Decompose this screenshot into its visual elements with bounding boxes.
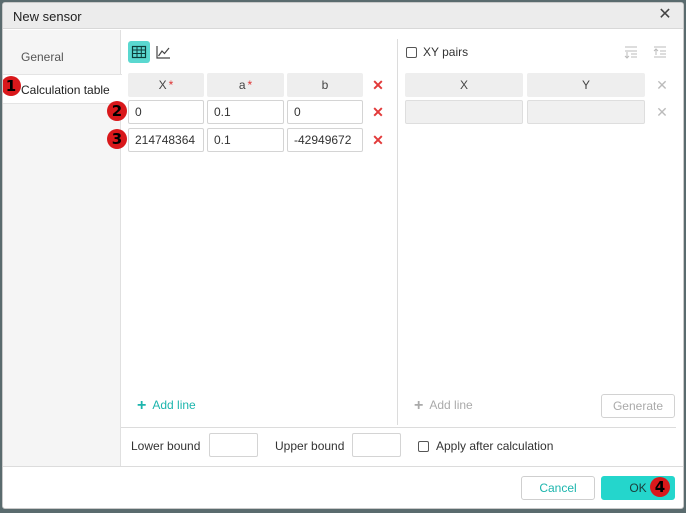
sidebar-item-general[interactable]: General	[3, 42, 121, 72]
upper-bound-label: Upper bound	[275, 439, 345, 453]
header-a: a *	[207, 73, 284, 97]
chart-view-button[interactable]	[152, 41, 174, 63]
insert-row-below-icon[interactable]	[623, 44, 639, 63]
footer-separator	[3, 466, 683, 467]
xy-add-line-button[interactable]: + Add line	[414, 397, 473, 415]
plus-icon: +	[137, 397, 147, 414]
add-line-button[interactable]: + Add line	[137, 397, 196, 415]
annotation-badge-4: 4	[650, 477, 670, 497]
apply-after-calculation-label: Apply after calculation	[436, 439, 554, 453]
cell-x[interactable]: 0	[128, 100, 204, 124]
bounds-separator	[121, 427, 676, 428]
xy-cell-x[interactable]	[405, 100, 523, 124]
xy-header-y: Y	[527, 73, 645, 97]
delete-row-icon[interactable]: ✕	[371, 105, 385, 119]
annotation-badge-2: 2	[107, 101, 127, 121]
xy-delete-all-icon[interactable]: ✕	[655, 78, 669, 92]
upper-bound-input[interactable]	[352, 433, 401, 457]
add-line-label: Add line	[429, 398, 473, 412]
annotation-badge-1: 1	[3, 76, 21, 96]
cancel-button[interactable]: Cancel	[521, 476, 595, 500]
xy-pairs-label: XY pairs	[423, 45, 469, 59]
cell-a[interactable]: 0.1	[207, 100, 284, 124]
table-view-button[interactable]	[128, 41, 150, 63]
annotation-badge-3: 3	[107, 129, 127, 149]
line-chart-icon	[156, 46, 170, 59]
xy-pairs-checkbox[interactable]	[406, 47, 417, 58]
insert-row-above-icon[interactable]	[652, 44, 668, 63]
header-x: X *	[128, 73, 204, 97]
header-x-label: X	[158, 78, 167, 92]
header-b-label: b	[321, 78, 329, 92]
title-bar: New sensor ✕	[3, 3, 683, 29]
apply-after-calculation-checkbox[interactable]	[418, 441, 429, 452]
required-marker: *	[168, 78, 174, 92]
lower-bound-label: Lower bound	[131, 439, 201, 453]
lower-bound-input[interactable]	[209, 433, 258, 457]
sidebar-item-label: Calculation table	[21, 83, 110, 97]
delete-row-icon[interactable]: ✕	[371, 133, 385, 147]
cell-b[interactable]: 0	[287, 100, 363, 124]
add-line-label: Add line	[152, 398, 196, 412]
sidebar: General Calculation table	[3, 30, 122, 466]
new-sensor-dialog: New sensor ✕ General Calculation table X…	[2, 2, 684, 509]
cell-x[interactable]: 214748364	[128, 128, 204, 152]
xy-delete-row-icon[interactable]: ✕	[655, 105, 669, 119]
sidebar-item-calculation-table[interactable]: Calculation table	[3, 74, 122, 104]
xy-cell-y[interactable]	[527, 100, 645, 124]
xy-header-x: X	[405, 73, 523, 97]
table-icon	[131, 45, 147, 59]
cell-b[interactable]: -42949672	[287, 128, 363, 152]
header-a-label: a	[238, 78, 246, 92]
close-icon[interactable]: ✕	[655, 5, 675, 25]
generate-button[interactable]: Generate	[601, 394, 675, 418]
plus-icon: +	[414, 397, 424, 414]
panel-divider	[397, 39, 398, 425]
cell-a[interactable]: 0.1	[207, 128, 284, 152]
sidebar-item-label: General	[21, 50, 64, 64]
header-b: b	[287, 73, 363, 97]
delete-all-rows-icon[interactable]: ✕	[371, 78, 385, 92]
dialog-title: New sensor	[13, 9, 82, 24]
required-marker: *	[247, 78, 253, 92]
